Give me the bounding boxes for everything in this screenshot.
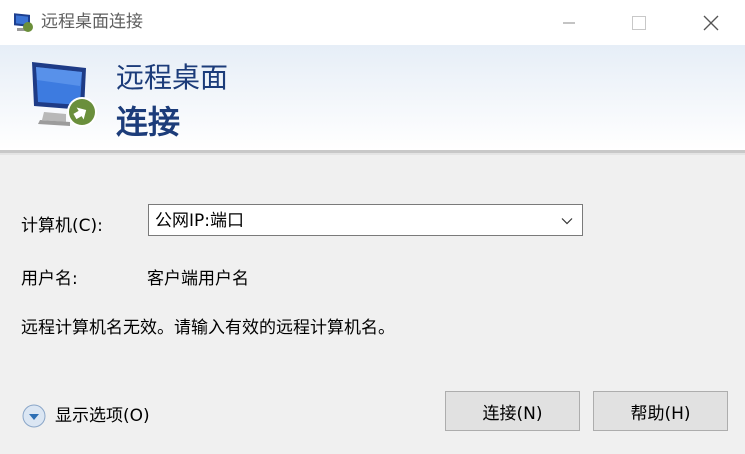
computer-combobox[interactable]: 公网IP:端口 <box>148 204 583 236</box>
close-icon <box>703 15 719 30</box>
close-button[interactable] <box>682 0 740 45</box>
validation-message: 远程计算机名无效。请输入有效的远程计算机名。 <box>21 318 395 338</box>
banner-divider-light <box>0 153 745 155</box>
header-banner <box>0 45 745 150</box>
computer-input-value[interactable]: 公网IP:端口 <box>155 210 244 232</box>
maximize-icon <box>632 15 646 30</box>
connect-button[interactable]: 连接(N) <box>445 391 580 431</box>
remote-desktop-app-icon <box>14 13 33 32</box>
username-label: 用户名: <box>21 269 78 289</box>
show-options-label[interactable]: 显示选项(O) <box>55 405 150 427</box>
banner-title-line2: 连接 <box>116 103 181 141</box>
minimize-icon <box>563 22 575 23</box>
title-bar: 远程桌面连接 <box>0 0 745 45</box>
expand-options-icon[interactable] <box>22 404 46 428</box>
maximize-button[interactable] <box>610 0 668 45</box>
banner-title-line1: 远程桌面 <box>116 61 229 94</box>
chevron-down-icon[interactable] <box>561 215 573 227</box>
computer-label: 计算机(C): <box>21 216 103 236</box>
remote-desktop-monitor-icon <box>32 62 97 127</box>
window-title: 远程桌面连接 <box>41 12 143 32</box>
minimize-button[interactable] <box>540 0 598 45</box>
username-value: 客户端用户名 <box>147 269 249 289</box>
help-button[interactable]: 帮助(H) <box>593 391 728 431</box>
show-options-toggle[interactable]: 显示选项(O) <box>22 404 150 428</box>
